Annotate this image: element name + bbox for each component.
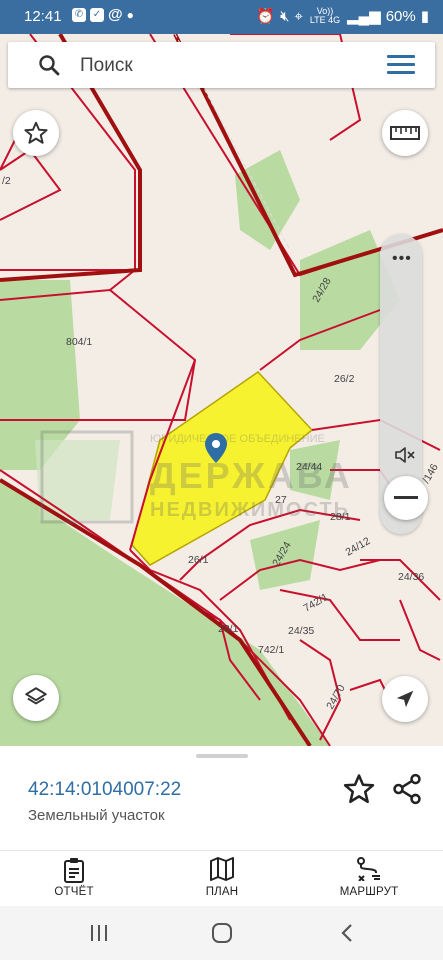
- navigation-arrow-icon: [396, 690, 414, 708]
- parcel-label: 26/2: [334, 373, 355, 385]
- parcel-label: 804/1: [66, 336, 92, 348]
- home-icon[interactable]: [211, 922, 233, 944]
- map-view[interactable]: ЮРИДИЧЕСКОЕ ОБЪЕДИНЕНИЕ ДЕРЖАВА НЕДВИЖИМ…: [0, 34, 443, 746]
- search-bar: [8, 42, 435, 88]
- map-canvas[interactable]: ЮРИДИЧЕСКОЕ ОБЪЕДИНЕНИЕ ДЕРЖАВА НЕДВИЖИМ…: [0, 34, 443, 746]
- map-icon: [210, 857, 234, 881]
- parcel-label: /146: [420, 462, 441, 486]
- parcel-label: 24/70: [324, 683, 348, 712]
- status-right: ⏰ 🔇︎ ⌖ Vo)) LTE 4G ▂▄▆ 60% ▮: [256, 6, 429, 26]
- search-input[interactable]: [78, 50, 362, 82]
- ruler-icon: [390, 126, 420, 140]
- check-icon: ✓: [90, 7, 104, 22]
- bottom-navigation: ОТЧЁТ ПЛАН МАРШРУТ: [0, 850, 443, 907]
- hamburger-menu-icon[interactable]: [387, 55, 415, 75]
- silent-icon: 🔇︎: [280, 7, 290, 25]
- battery-level: 60%: [385, 7, 416, 25]
- route-label: МАРШРУТ: [339, 886, 399, 898]
- watermark-line2: ДЕРЖАВА: [150, 455, 353, 496]
- recent-apps-icon[interactable]: [88, 922, 110, 944]
- system-navigation-bar: [0, 906, 443, 960]
- cadastral-number[interactable]: 42:14:0104007:22: [28, 779, 181, 801]
- parcel-info-sheet[interactable]: 42:14:0104007:22 Земельный участок: [0, 746, 443, 850]
- search-icon[interactable]: [38, 54, 60, 76]
- object-type: Земельный участок: [28, 807, 165, 824]
- route-icon: [357, 857, 380, 881]
- layers-icon: [25, 687, 47, 705]
- clipboard-icon: [64, 858, 84, 883]
- status-time: 12:41: [24, 8, 62, 25]
- parcel-label: 24/44: [296, 461, 322, 473]
- parcel-label: 24/12: [344, 535, 373, 559]
- mute-icon: [395, 447, 415, 463]
- location-icon: ⌖: [294, 7, 303, 25]
- status-bar: 12:41 ✆ ✓ @ ● ⏰ 🔇︎ ⌖ Vo)) LTE 4G ▂▄▆ 60%…: [0, 0, 443, 34]
- parcel-label: 742/1: [258, 644, 284, 656]
- parcel-label: 28/1: [218, 623, 239, 635]
- back-icon[interactable]: [337, 922, 359, 944]
- sheet-drag-handle[interactable]: [196, 754, 248, 758]
- parcel-label: 26/1: [188, 554, 209, 566]
- route-button[interactable]: МАРШРУТ: [319, 857, 419, 898]
- share-icon[interactable]: [390, 772, 424, 806]
- star-icon[interactable]: [342, 772, 376, 806]
- star-icon: [24, 121, 48, 144]
- report-button[interactable]: ОТЧЁТ: [24, 857, 124, 898]
- parcel-label: 24/35: [288, 625, 314, 637]
- favorite-button[interactable]: [13, 110, 59, 156]
- watermark-line1: ЮРИДИЧЕСКОЕ ОБЪЕДИНЕНИЕ: [150, 433, 325, 445]
- alarm-icon: ⏰: [256, 8, 276, 25]
- more-dots-icon[interactable]: •••: [392, 250, 412, 268]
- plan-label: ПЛАН: [205, 886, 239, 898]
- pin-center: [212, 440, 220, 448]
- plan-button[interactable]: ПЛАН: [172, 857, 272, 898]
- parcel-label: 27: [275, 494, 287, 506]
- mute-button[interactable]: [385, 435, 425, 475]
- parcel-label: 28/1: [330, 511, 351, 523]
- watermark-line3: НЕДВИЖИМОСТЬ: [150, 499, 350, 521]
- report-label: ОТЧЁТ: [54, 886, 94, 898]
- notification-icons: ✆ ✓ @ ●: [72, 6, 134, 23]
- dot-icon: ●: [126, 7, 134, 22]
- at-icon: @: [108, 6, 123, 23]
- battery-icon: ▮: [420, 8, 429, 25]
- parcel-label: 24/36: [398, 571, 424, 583]
- layers-button[interactable]: [13, 675, 59, 721]
- zoom-out-button[interactable]: [384, 476, 428, 520]
- minus-icon: [394, 496, 418, 499]
- signal-icon: ▂▄▆: [347, 8, 381, 25]
- parcel-label: /2: [2, 175, 11, 187]
- network-indicator: Vo)) LTE 4G: [309, 6, 341, 25]
- locate-button[interactable]: [382, 676, 428, 722]
- ruler-button[interactable]: [382, 110, 428, 156]
- whatsapp-icon: ✆: [72, 7, 86, 22]
